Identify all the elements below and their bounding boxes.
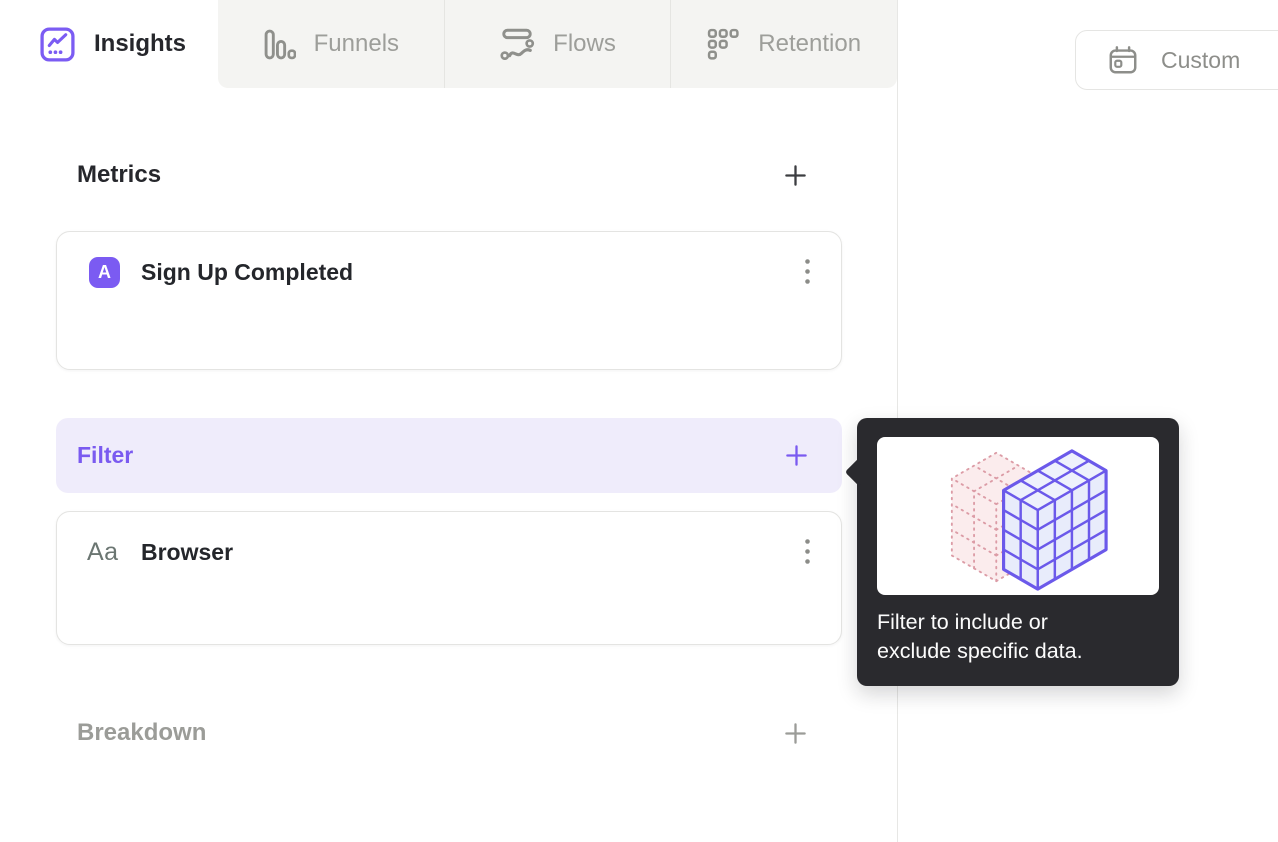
breakdown-section-title: Breakdown bbox=[77, 719, 207, 746]
tab-flows-label: Flows bbox=[553, 30, 616, 57]
tab-retention-label: Retention bbox=[758, 30, 862, 57]
insights-chart-icon bbox=[39, 26, 76, 63]
tooltip-line-2: exclude specific data. bbox=[877, 639, 1083, 663]
filter-section-header[interactable]: Filter bbox=[56, 418, 842, 493]
filter-feature-tooltip: Filter to include or exclude specific da… bbox=[844, 418, 1179, 686]
kebab-menu-icon[interactable] bbox=[803, 537, 811, 565]
tab-retention[interactable]: Retention bbox=[670, 0, 897, 88]
filter-card-title: Browser bbox=[141, 539, 234, 565]
funnels-icon bbox=[263, 29, 296, 60]
tooltip-text: Filter to include or exclude specific da… bbox=[877, 608, 1159, 666]
insights-report-builder: Insights Funnels Flows Retention Custom … bbox=[0, 0, 1278, 842]
kebab-menu-icon[interactable] bbox=[803, 257, 811, 285]
tab-insights[interactable]: Insights bbox=[0, 0, 218, 88]
metric-card-sign-up-completed[interactable]: A Sign Up Completed Total Events bbox=[56, 231, 842, 570]
tooltip-arrow bbox=[844, 457, 874, 487]
tooltip-line-1: Filter to include or bbox=[877, 610, 1048, 634]
metrics-section-title: Metrics bbox=[77, 161, 162, 188]
tab-funnels-label: Funnels bbox=[313, 30, 400, 57]
filter-illustration bbox=[877, 437, 1159, 595]
text-property-icon: Aa bbox=[87, 538, 119, 566]
metric-letter-badge: A bbox=[89, 257, 120, 288]
add-metric-button[interactable] bbox=[782, 162, 808, 188]
add-filter-button[interactable] bbox=[783, 443, 809, 469]
retention-icon bbox=[707, 28, 740, 61]
tab-funnels[interactable]: Funnels bbox=[218, 0, 444, 88]
metrics-section-header: Metrics bbox=[77, 160, 808, 190]
breakdown-section-header: Breakdown bbox=[77, 718, 808, 748]
filter-card-browser[interactable]: Aa Browser IsChrome bbox=[56, 511, 842, 645]
date-range-label: Custom bbox=[1161, 46, 1241, 73]
flows-icon bbox=[499, 28, 535, 60]
tab-band: Funnels Flows Retention bbox=[218, 0, 897, 88]
tab-flows[interactable]: Flows bbox=[443, 0, 671, 88]
filter-section-title: Filter bbox=[77, 442, 134, 468]
calendar-icon bbox=[1107, 44, 1139, 76]
tab-insights-label: Insights bbox=[94, 30, 187, 57]
add-breakdown-button[interactable] bbox=[782, 720, 808, 746]
metric-card-title: Sign Up Completed bbox=[141, 259, 354, 285]
date-range-custom-button[interactable]: Custom bbox=[1075, 30, 1278, 90]
